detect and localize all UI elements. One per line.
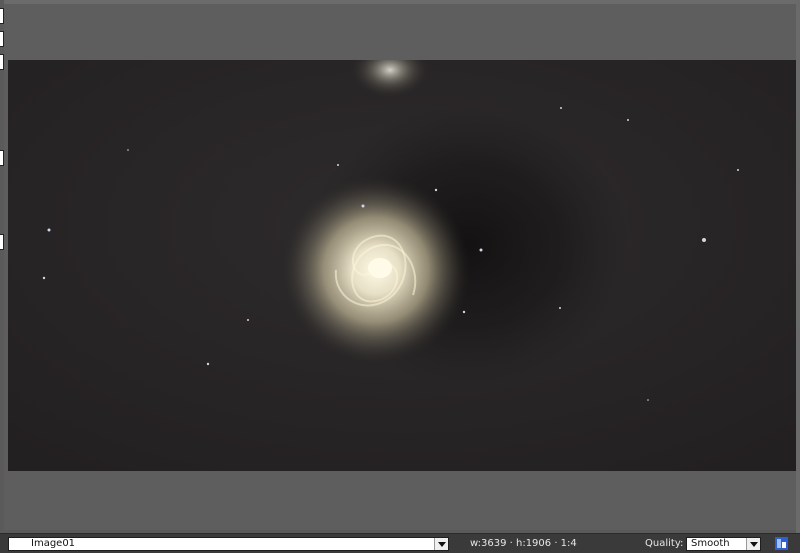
quality-value: Smooth xyxy=(691,538,730,549)
pixel-grid-icon[interactable] xyxy=(775,537,788,550)
view-name: Image01 xyxy=(31,538,76,549)
chevron-down-icon[interactable] xyxy=(746,538,760,550)
image-workspace: Image01 w:3639 · h:1906 · 1:4 Quality: S… xyxy=(0,0,800,553)
quality-selector[interactable]: Smooth xyxy=(686,537,761,551)
quality-label: Quality: xyxy=(645,538,684,549)
view-selector[interactable]: Image01 xyxy=(8,537,449,551)
image-view[interactable] xyxy=(8,60,796,471)
right-panel-edge xyxy=(796,0,800,533)
galaxy-photo xyxy=(8,60,796,471)
image-dimensions: w:3639 · h:1906 · 1:4 xyxy=(470,538,577,549)
chevron-down-icon[interactable] xyxy=(434,538,448,550)
status-bar: Image01 w:3639 · h:1906 · 1:4 Quality: S… xyxy=(0,533,800,553)
